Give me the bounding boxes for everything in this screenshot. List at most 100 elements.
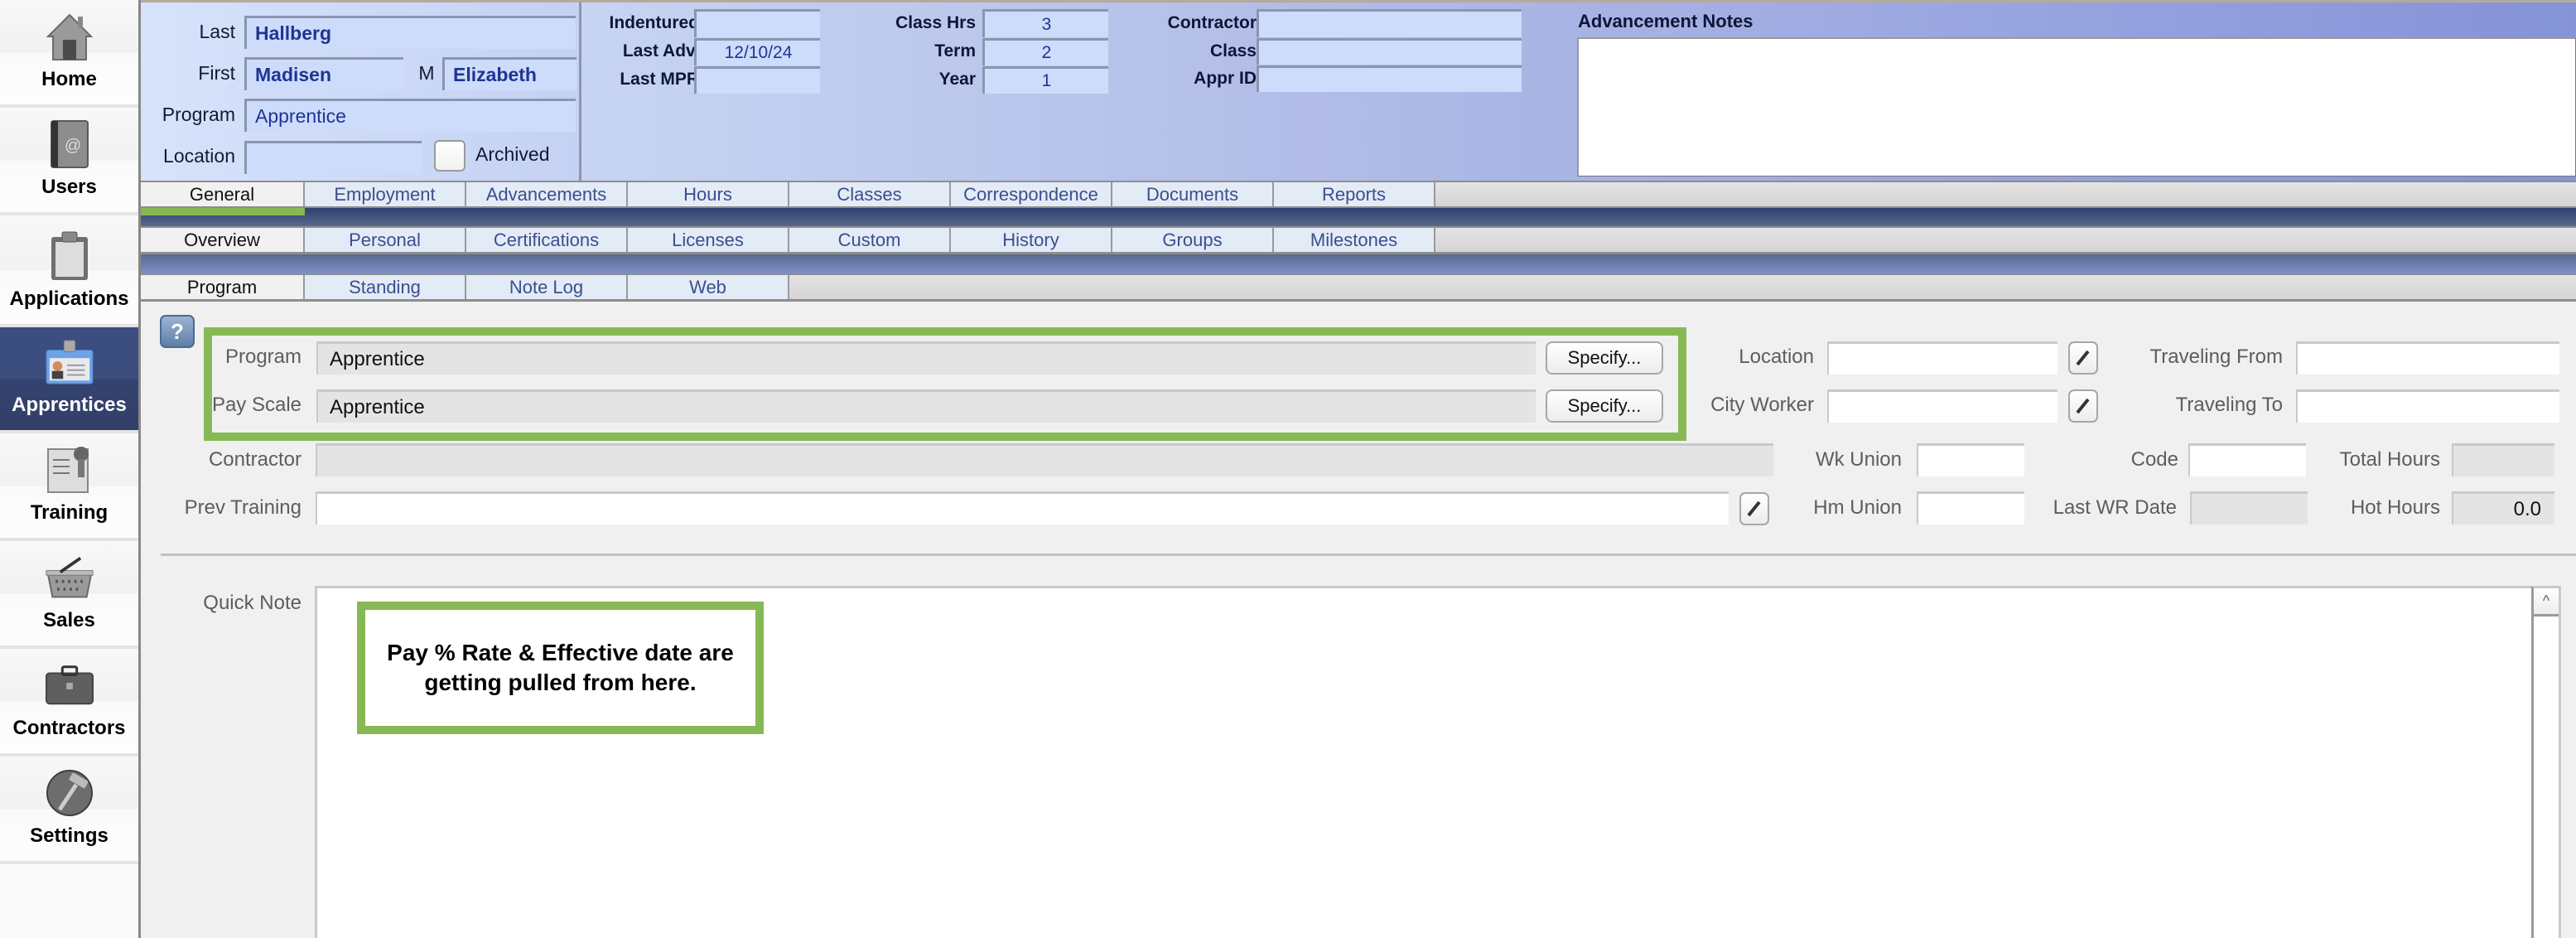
sidebar-item-users[interactable]: @ Users <box>0 108 138 215</box>
sidebar-item-label: Home <box>41 68 97 90</box>
archived-checkbox[interactable] <box>434 140 466 172</box>
prev-training-field[interactable] <box>316 491 1729 525</box>
tab-licenses[interactable]: Licenses <box>628 228 789 252</box>
name-panel: Last Hallberg First Madisen M Elizabeth … <box>141 2 581 181</box>
indentured-field[interactable] <box>694 9 820 37</box>
chevron-up-icon: ^ <box>2542 592 2550 609</box>
tab-separator-band <box>141 254 2576 273</box>
appr-id-field[interactable] <box>1257 65 1522 92</box>
location-field[interactable] <box>244 141 422 174</box>
sidebar-item-apprentices[interactable]: Apprentices <box>0 327 138 433</box>
globe-hammer-icon <box>45 768 94 818</box>
tab-program[interactable]: Program <box>141 275 305 299</box>
quick-note-label: Quick Note <box>203 592 301 614</box>
tab-reports[interactable]: Reports <box>1274 182 1435 206</box>
hm-union-field[interactable] <box>1917 491 2024 525</box>
program-field: Apprentice <box>316 341 1536 375</box>
location-edit-button[interactable] <box>2068 341 2098 375</box>
tab-correspondence[interactable]: Correspondence <box>951 182 1112 206</box>
tab-standing[interactable]: Standing <box>305 275 466 299</box>
header-contractor-field[interactable] <box>1257 9 1522 37</box>
tab-groups[interactable]: Groups <box>1112 228 1274 252</box>
pay-scale-field: Apprentice <box>316 389 1536 423</box>
middle-name-label: M <box>418 62 435 84</box>
last-name-label: Last <box>199 21 235 42</box>
last-adv-field[interactable]: 12/10/24 <box>694 38 820 65</box>
active-tab-indicator <box>141 208 305 215</box>
tab-advancements[interactable]: Advancements <box>466 182 628 206</box>
wk-union-field[interactable] <box>1917 443 2024 476</box>
location-label: Location <box>163 145 235 167</box>
advancement-notes-textarea[interactable] <box>1577 37 2576 176</box>
sidebar-item-label: Sales <box>43 609 95 631</box>
tab-documents[interactable]: Documents <box>1112 182 1274 206</box>
sidebar-item-sales[interactable]: Sales <box>0 541 138 649</box>
tab-hours[interactable]: Hours <box>628 182 789 206</box>
header-contractor-label: Contractor <box>1167 13 1257 32</box>
tab-general[interactable]: General <box>141 182 305 206</box>
tab-note-log[interactable]: Note Log <box>466 275 628 299</box>
last-adv-label: Last Adv. <box>622 41 699 60</box>
sidebar-item-settings[interactable]: Settings <box>0 757 138 864</box>
quick-note-scrollbar[interactable]: ^ <box>2531 586 2561 938</box>
sidebar-item-label: Applications <box>9 288 129 310</box>
archived-label: Archived <box>475 143 550 165</box>
sidebar-item-applications[interactable]: Applications <box>0 215 138 327</box>
tab-web[interactable]: Web <box>628 275 789 299</box>
primary-tab-bar: General Employment Advancements Hours Cl… <box>141 181 2576 209</box>
prev-training-edit-button[interactable] <box>1739 492 1769 525</box>
tertiary-tab-bar: Program Standing Note Log Web <box>141 273 2576 302</box>
scroll-up-button[interactable]: ^ <box>2534 588 2559 616</box>
house-icon <box>45 12 94 61</box>
location-label: Location <box>1739 346 1814 368</box>
tab-classes[interactable]: Classes <box>789 182 951 206</box>
location-field[interactable] <box>1827 341 2057 375</box>
certificate-icon <box>45 445 94 495</box>
address-book-icon: @ <box>45 119 94 169</box>
tab-personal[interactable]: Personal <box>305 228 466 252</box>
hot-hours-label: Hot Hours <box>2350 496 2440 519</box>
sidebar: Home @ Users Applications Apprentices Tr… <box>0 0 141 938</box>
program-label: Program <box>224 346 301 368</box>
middle-name-field[interactable]: Elizabeth <box>442 57 576 90</box>
svg-text:@: @ <box>64 137 80 155</box>
tab-milestones[interactable]: Milestones <box>1274 228 1435 252</box>
hot-hours-field: 0.0 <box>2452 491 2554 525</box>
sidebar-item-label: Contractors <box>12 717 126 739</box>
tab-custom[interactable]: Custom <box>789 228 951 252</box>
program-field[interactable]: Apprentice <box>244 99 576 132</box>
sidebar-item-contractors[interactable]: Contractors <box>0 649 138 757</box>
class-field[interactable] <box>1257 38 1522 65</box>
year-field[interactable]: 1 <box>982 66 1108 94</box>
tab-certifications[interactable]: Certifications <box>466 228 628 252</box>
city-worker-edit-button[interactable] <box>2068 389 2098 423</box>
total-hours-field <box>2452 443 2554 476</box>
last-mpr-field[interactable] <box>694 66 820 94</box>
help-button[interactable]: ? <box>160 315 195 348</box>
tab-overview[interactable]: Overview <box>141 228 305 252</box>
code-label: Code <box>2130 448 2178 471</box>
pay-scale-label: Pay Scale <box>211 394 301 416</box>
wk-union-label: Wk Union <box>1815 448 1902 471</box>
pencil-icon <box>1747 500 1761 517</box>
class-hrs-label: Class Hrs <box>895 13 976 32</box>
first-name-label: First <box>198 62 235 84</box>
tab-employment[interactable]: Employment <box>305 182 466 206</box>
sidebar-item-label: Apprentices <box>12 394 127 416</box>
secondary-tab-bar: Overview Personal Certifications License… <box>141 226 2576 254</box>
code-field[interactable] <box>2188 443 2306 476</box>
first-name-field[interactable]: Madisen <box>244 57 403 90</box>
term-field[interactable]: 2 <box>982 38 1108 65</box>
specify-pay-scale-button[interactable]: Specify... <box>1546 389 1663 423</box>
tab-separator-band <box>141 208 2576 226</box>
annotation-callout: Pay % Rate & Effective date are getting … <box>357 602 764 734</box>
last-name-field[interactable]: Hallberg <box>244 16 576 49</box>
traveling-from-field[interactable] <box>2296 341 2559 375</box>
tab-history[interactable]: History <box>951 228 1112 252</box>
class-hrs-field[interactable]: 3 <box>982 9 1108 37</box>
city-worker-field[interactable] <box>1827 389 2057 423</box>
specify-program-button[interactable]: Specify... <box>1546 341 1663 375</box>
sidebar-item-training[interactable]: Training <box>0 433 138 541</box>
sidebar-item-home[interactable]: Home <box>0 0 138 108</box>
traveling-to-field[interactable] <box>2296 389 2559 423</box>
